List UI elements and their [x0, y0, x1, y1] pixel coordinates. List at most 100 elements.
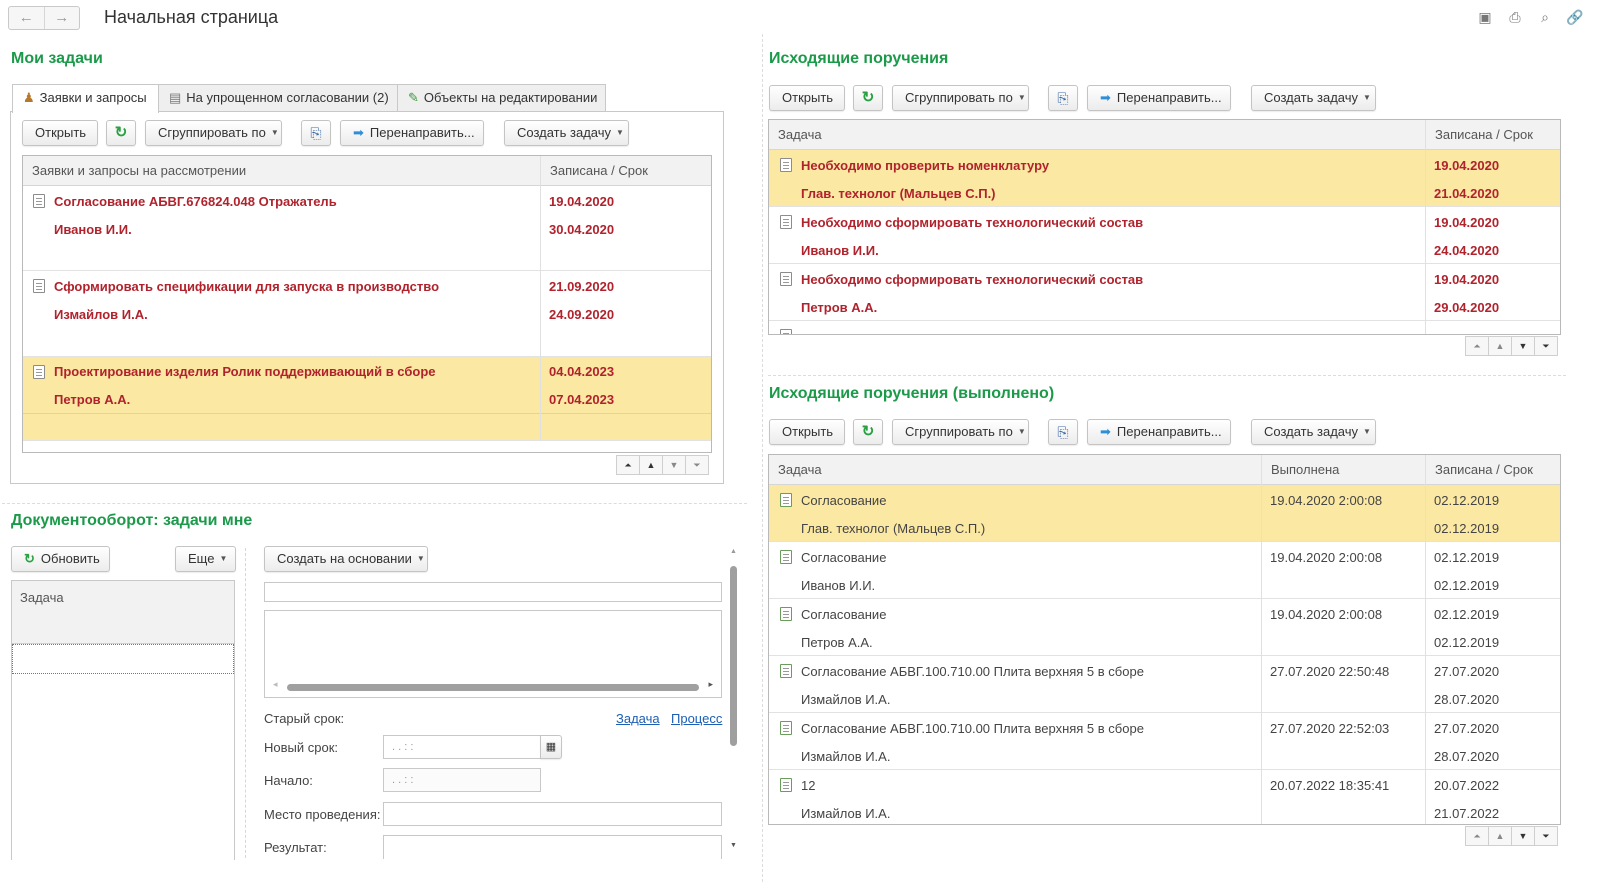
task-subject-field[interactable] — [264, 582, 722, 602]
back-button[interactable]: ← — [9, 7, 45, 29]
column-header[interactable]: Задача — [769, 455, 1262, 485]
scroll-up-icon[interactable]: ▲ — [730, 548, 737, 555]
group-by-button[interactable]: Сгруппировать по ▼ — [892, 85, 1029, 111]
table-row-partial[interactable] — [769, 325, 1560, 334]
outgoing-done-table[interactable]: Задача Выполнена Записана / Срок Согласо… — [768, 454, 1561, 825]
table-row[interactable]: Необходимо сформировать технологический … — [769, 264, 1560, 321]
tab-editing-objects[interactable]: ✎ Объекты на редактировании — [397, 84, 606, 112]
scroll-bottom-button[interactable]: ⏷ — [1534, 336, 1558, 356]
open-button[interactable]: Открыть — [769, 85, 845, 111]
scroll-down-button[interactable]: ▼ — [1511, 826, 1535, 846]
more-button[interactable]: Еще ▼ — [175, 546, 236, 572]
scroll-bottom-button[interactable]: ⏷ — [685, 455, 709, 475]
table-row[interactable]: 12 Измайлов И.А. 20.07.2022 18:35:41 20.… — [769, 770, 1560, 824]
scroll-bottom-button[interactable]: ⏷ — [1534, 826, 1558, 846]
scroll-top-button[interactable]: ⏶ — [616, 455, 640, 475]
scroll-top-button[interactable]: ⏶ — [1465, 336, 1489, 356]
column-divider — [540, 156, 541, 441]
link-icon[interactable]: 🔗 — [1566, 9, 1584, 25]
column-header[interactable]: Задача — [20, 590, 64, 605]
task-title: Проектирование изделия Ролик поддерживаю… — [54, 364, 436, 379]
scroll-down-icon[interactable]: ▼ — [730, 842, 737, 849]
task-created-date: 02.12.2019 — [1434, 607, 1500, 622]
table-row-selected[interactable]: Проектирование изделия Ролик поддерживаю… — [23, 357, 711, 441]
splitter[interactable] — [245, 548, 246, 858]
column-header[interactable]: Записана / Срок — [1426, 120, 1560, 150]
column-header[interactable]: Записана / Срок — [1426, 455, 1560, 485]
scroll-top-button[interactable]: ⏶ — [1465, 826, 1489, 846]
horizontal-scrollbar[interactable] — [287, 684, 699, 691]
table-row[interactable]: Согласование АБВГ.100.710.00 Плита верхн… — [769, 656, 1560, 713]
create-task-button[interactable]: Создать задачу ▼ — [1251, 85, 1376, 111]
redirect-button[interactable]: ➡ Перенаправить... — [1087, 85, 1231, 111]
column-header[interactable]: Заявки и запросы на рассмотрении — [23, 156, 541, 186]
scroll-down-button[interactable]: ▼ — [1511, 336, 1535, 356]
create-task-button[interactable]: Создать задачу ▼ — [1251, 419, 1376, 445]
new-deadline-input[interactable]: . . : : — [383, 735, 541, 759]
table-row[interactable]: Согласование АБВГ.100.710.00 Плита верхн… — [769, 713, 1560, 770]
column-header[interactable]: Задача — [769, 120, 1426, 150]
forward-button[interactable]: → — [45, 7, 80, 29]
place-input[interactable] — [383, 802, 722, 826]
scroll-up-button[interactable]: ▲ — [1488, 826, 1512, 846]
process-link[interactable]: Процесс — [671, 711, 722, 726]
table-header: Задача Записана / Срок — [769, 120, 1560, 150]
save-icon[interactable]: ▣ — [1476, 9, 1494, 25]
list-item-empty[interactable] — [12, 644, 234, 674]
result-input[interactable] — [383, 835, 722, 859]
open-button[interactable]: Открыть — [769, 419, 845, 445]
refresh-list-button[interactable]: ↻ Обновить — [11, 546, 110, 572]
refresh-button[interactable]: ↻ — [853, 419, 883, 445]
preview-icon[interactable]: ⌕ — [1536, 9, 1554, 25]
table-row[interactable]: Согласование Петров А.А. 19.04.2020 2:00… — [769, 599, 1560, 656]
attach-button[interactable]: ⎘ — [1048, 85, 1078, 111]
calendar-button[interactable]: ▦ — [540, 735, 562, 759]
table-row[interactable]: Согласование АБВГ.676824.048 Отражатель … — [23, 186, 711, 271]
print-icon[interactable]: ⎙ — [1506, 9, 1524, 25]
outgoing-table[interactable]: Задача Записана / Срок Необходимо провер… — [768, 119, 1561, 335]
group-by-button[interactable]: Сгруппировать по ▼ — [892, 419, 1029, 445]
redirect-button[interactable]: ➡ Перенаправить... — [340, 120, 484, 146]
table-row-selected[interactable]: Согласование Глав. технолог (Мальцев С.П… — [769, 485, 1560, 542]
attach-button[interactable]: ⎘ — [1048, 419, 1078, 445]
scroll-left-icon[interactable]: ◂ — [273, 673, 278, 695]
column-header[interactable]: Выполнена — [1262, 455, 1426, 485]
page-title: Начальная страница — [104, 7, 279, 27]
users-icon: ♟ — [23, 90, 35, 105]
open-button[interactable]: Открыть — [22, 120, 98, 146]
task-due-date: 21.07.2022 — [1434, 806, 1500, 821]
vertical-scrollbar[interactable] — [730, 566, 737, 746]
create-task-label: Создать задачу — [1264, 424, 1359, 439]
scroll-down-button[interactable]: ▼ — [662, 455, 686, 475]
old-deadline-label: Старый срок: — [264, 711, 345, 726]
attach-button[interactable]: ⎘ — [301, 120, 331, 146]
table-row[interactable]: Согласование Иванов И.И. 19.04.2020 2:00… — [769, 542, 1560, 599]
column-header[interactable]: Записана / Срок — [541, 156, 711, 186]
create-task-button[interactable]: Создать задачу ▼ — [504, 120, 629, 146]
scroll-up-button[interactable]: ▲ — [1488, 336, 1512, 356]
redirect-button[interactable]: ➡ Перенаправить... — [1087, 419, 1231, 445]
task-completed-at: 27.07.2020 22:50:48 — [1270, 664, 1390, 679]
table-row-selected[interactable]: Необходимо проверить номенклатуру Глав. … — [769, 150, 1560, 207]
refresh-icon: ↻ — [114, 124, 128, 141]
task-created-date: 20.07.2022 — [1434, 778, 1500, 793]
group-by-button[interactable]: Сгруппировать по ▼ — [145, 120, 282, 146]
refresh-button[interactable]: ↻ — [106, 120, 136, 146]
scroll-right-icon[interactable]: ▸ — [708, 673, 713, 695]
refresh-button[interactable]: ↻ — [853, 85, 883, 111]
tab-simplified-approval[interactable]: ▤ На упрощенном согласовании (2) — [158, 84, 398, 112]
tab-requests[interactable]: ♟ Заявки и запросы — [12, 84, 159, 113]
task-link[interactable]: Задача — [616, 711, 660, 726]
create-based-on-button[interactable]: Создать на основании ▼ — [264, 546, 428, 572]
document-icon: ▤ — [169, 90, 182, 105]
table-row[interactable]: Необходимо сформировать технологический … — [769, 207, 1560, 264]
docflow-task-list[interactable]: Задача — [11, 580, 235, 860]
start-input[interactable]: . . : : — [383, 768, 541, 792]
dropdown-caret-icon: ▼ — [416, 554, 425, 563]
task-description-field[interactable]: ◂ ▸ — [264, 610, 722, 698]
column-divider — [1261, 455, 1262, 824]
task-person: Иванов И.И. — [801, 243, 879, 258]
scroll-up-button[interactable]: ▲ — [639, 455, 663, 475]
table-row[interactable]: Сформировать спецификации для запуска в … — [23, 271, 711, 357]
requests-table[interactable]: Заявки и запросы на рассмотрении Записан… — [22, 155, 712, 453]
